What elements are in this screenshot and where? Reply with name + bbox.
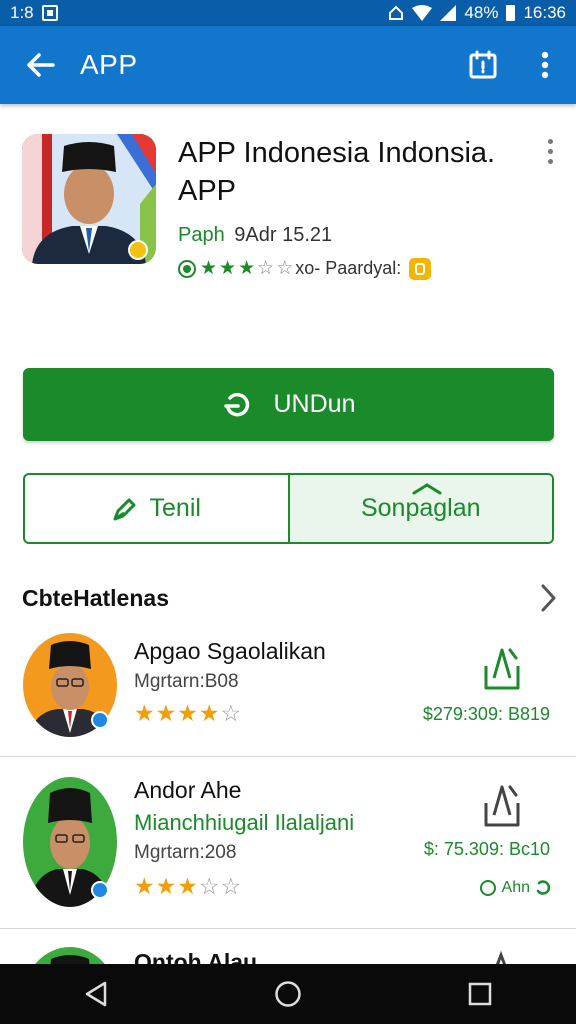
- install-label: UNDun: [273, 390, 356, 418]
- app-bar-actions: [452, 26, 576, 104]
- notification-icon: [41, 5, 58, 21]
- list-item-meta: Mgrtarn:B08: [134, 671, 239, 692]
- app-header: APP Indonesia Indonsia. APP Paph 9Adr 15…: [22, 134, 562, 284]
- share-icon[interactable]: [480, 781, 524, 829]
- share-label: Sonpaglan: [360, 494, 481, 522]
- battery-icon: [506, 5, 516, 21]
- rating-text: xo- Paardyal:: [295, 258, 402, 278]
- nav-back-button[interactable]: [66, 964, 126, 1024]
- action-badge-icon: [479, 880, 496, 896]
- star-empty-icon: ☆: [276, 258, 294, 279]
- star-empty-icon: ☆: [220, 700, 243, 726]
- home-status-icon: [389, 5, 404, 20]
- star-icon: ★: [198, 700, 221, 726]
- app-icon-portrait: [22, 134, 156, 264]
- verified-icon: [91, 881, 109, 899]
- overflow-dot: [547, 158, 553, 164]
- app-bar-title: APP: [80, 49, 138, 80]
- edit-label: Tenil: [149, 494, 201, 522]
- app-title: APP Indonesia Indonsia. APP: [178, 137, 496, 207]
- secondary-buttons: Tenil Sonpaglan: [23, 473, 554, 544]
- list-item-subtitle: Mianchhiugail Ilalaljani: [134, 810, 355, 835]
- content-rating-icon: [409, 257, 432, 280]
- calendar-button[interactable]: [452, 26, 514, 104]
- verified-icon: [91, 711, 109, 729]
- release-date: 9Adr 15.21: [234, 224, 333, 246]
- list-item[interactable]: Andor Ahe Mianchhiugail Ilalaljani Mgrta…: [0, 757, 576, 927]
- developer-name[interactable]: Paph: [178, 224, 225, 246]
- list-item-price: $: 75.309: Bc10: [423, 839, 550, 859]
- star-empty-icon: ☆: [198, 873, 221, 899]
- overflow-dot: [547, 148, 553, 154]
- list-item-title: Apgao Sgaolalikan: [134, 638, 326, 664]
- edit-button[interactable]: Tenil: [25, 475, 288, 542]
- star-icon: ★: [155, 700, 178, 726]
- list-item-meta: Mgrtarn:208: [134, 842, 237, 863]
- avatar: [23, 947, 117, 964]
- share-icon[interactable]: [485, 951, 515, 964]
- star-icon: ★: [134, 700, 156, 726]
- nav-home-button[interactable]: [258, 964, 318, 1024]
- star-icon: ★: [177, 700, 199, 726]
- rating-line: ★ ★ ★ ☆ ☆ xo- Paardyal:: [178, 257, 432, 280]
- star-icon: ★: [155, 873, 178, 899]
- star-empty-icon: ☆: [257, 258, 275, 279]
- developer-line: Paph 9Adr 15.21: [178, 224, 332, 247]
- share-icon[interactable]: [480, 644, 524, 692]
- pencil-icon: [113, 498, 136, 520]
- status-time-left: 1:8: [10, 3, 34, 22]
- star-icon: ★: [134, 873, 156, 899]
- more-vert-icon: [541, 51, 549, 79]
- overflow-dot: [547, 138, 553, 144]
- section-title: CbteHatlenas: [22, 584, 169, 611]
- refresh-icon: [536, 880, 550, 895]
- status-time-right: 16:36: [523, 3, 566, 22]
- star-rating: ★★★★☆: [134, 700, 242, 727]
- app-icon: [22, 134, 156, 264]
- app-overflow-button[interactable]: [540, 136, 560, 166]
- navigation-bar: [0, 964, 576, 1024]
- more-options-button[interactable]: [514, 26, 576, 104]
- list-item[interactable]: Apgao Sgaolalikan Mgrtarn:B08 ★★★★☆ $279…: [0, 628, 576, 756]
- section-header[interactable]: CbteHatlenas: [22, 580, 556, 616]
- circle-home-icon: [275, 981, 301, 1007]
- list-item-extra[interactable]: Ahn: [479, 879, 550, 897]
- star-icon: ★: [238, 258, 256, 279]
- status-right: 48% 16:36: [388, 3, 566, 23]
- signal-icon: [440, 5, 457, 21]
- square-recent-icon: [468, 982, 492, 1006]
- status-bar: 1:8 48% 16:36: [0, 0, 576, 26]
- wifi-icon: [412, 5, 433, 21]
- calendar-icon: [469, 50, 497, 79]
- app-bar: APP: [0, 26, 576, 104]
- share-button[interactable]: Sonpaglan: [287, 475, 552, 542]
- list-item-title: Andor Ahe: [134, 777, 242, 803]
- install-button[interactable]: UNDun: [23, 368, 554, 441]
- nav-recent-button[interactable]: [450, 964, 510, 1024]
- list-item-title: Ontoh Alau: [134, 949, 258, 964]
- star-icon: ★: [177, 873, 199, 899]
- battery-percent: 48%: [464, 3, 499, 22]
- star-rating: ★★★☆☆: [134, 873, 242, 900]
- status-left: 1:8: [10, 3, 58, 23]
- chevron-right-icon: [541, 584, 556, 612]
- back-button[interactable]: [0, 26, 80, 104]
- star-icon: ★: [219, 258, 237, 279]
- refresh-icon: [223, 392, 249, 416]
- badge-icon: [178, 259, 196, 278]
- list-item[interactable]: Ontoh Alau: [0, 929, 576, 964]
- triangle-back-icon: [85, 981, 107, 1007]
- list-item-extra-label: Ahn: [501, 879, 530, 896]
- star-icon: ★: [200, 258, 218, 279]
- arrow-left-icon: [27, 53, 55, 77]
- list-item-price: $279:309: B819: [422, 704, 550, 724]
- chevron-up-icon: [412, 483, 441, 495]
- star-empty-icon: ☆: [220, 873, 243, 899]
